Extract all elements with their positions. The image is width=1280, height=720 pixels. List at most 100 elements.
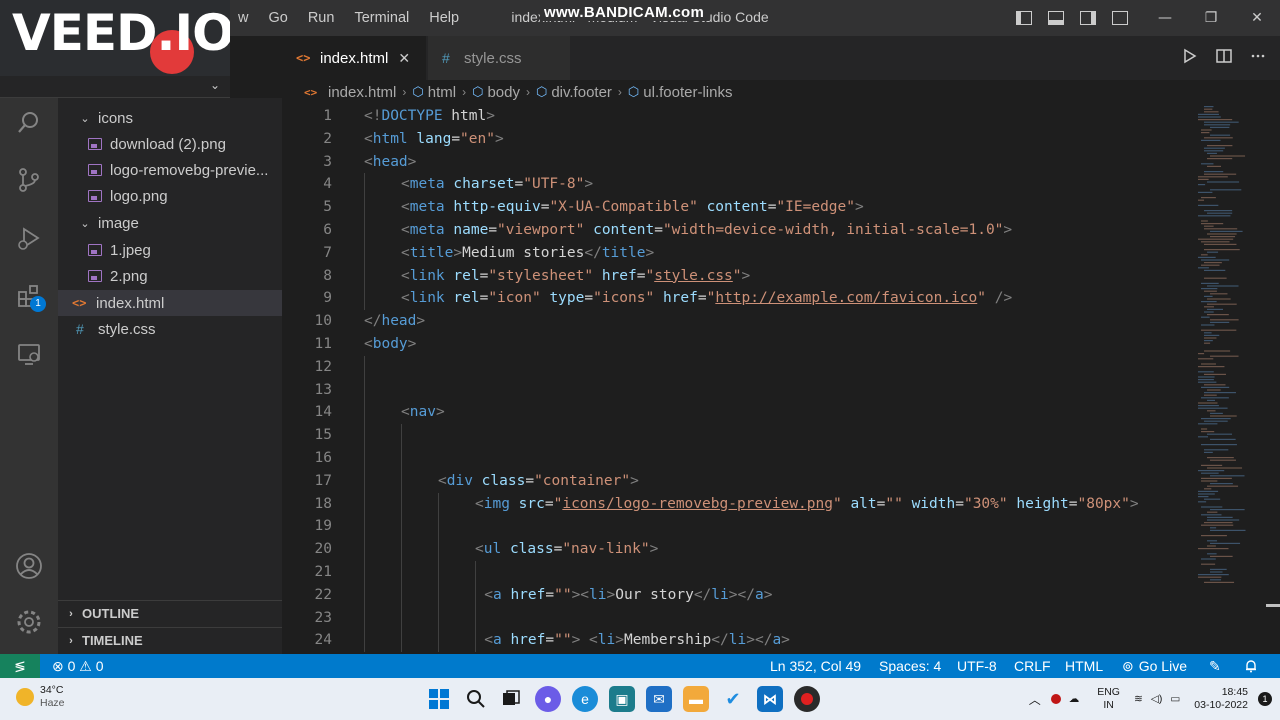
encoding-status[interactable]: UTF-8 (957, 654, 997, 678)
code-line[interactable]: 11 <body> (282, 333, 1202, 356)
code-line[interactable]: 8 <link rel="stylesheet" href="style.css"… (282, 265, 1202, 288)
notifications-bell-icon[interactable] (1244, 654, 1258, 678)
account-icon[interactable] (0, 542, 58, 590)
notification-count-icon[interactable]: 1 (1258, 692, 1272, 706)
language-mode[interactable]: HTML (1065, 654, 1103, 678)
store-icon[interactable]: ▣ (609, 686, 635, 712)
code-line[interactable]: 17 <div class="container"> (282, 470, 1202, 493)
windows-start-icon[interactable] (426, 686, 452, 712)
minimap-line (1204, 171, 1224, 173)
file-2-png[interactable]: 2.png (58, 263, 282, 289)
problems-status[interactable]: ⊗ 0 ⚠ 0 (52, 654, 104, 678)
go-live-button[interactable]: ⊚ Go Live (1122, 654, 1187, 678)
breadcrumb-file[interactable]: index.html (328, 84, 396, 101)
code-line[interactable]: 5 <meta http-equiv="X-UA-Compatible" cont… (282, 196, 1202, 219)
code-line[interactable]: 20 <ul class="nav-link"> (282, 538, 1202, 561)
file-1-jpeg[interactable]: 1.jpeg (58, 237, 282, 263)
code-line[interactable]: 21 (282, 561, 1202, 584)
timeline-panel-header[interactable]: › TIMELINE (58, 627, 282, 653)
file-style-css[interactable]: # style.css (58, 316, 282, 342)
code-token: rel (453, 267, 480, 284)
file-logo-png[interactable]: logo.png (58, 183, 282, 209)
code-line[interactable]: 2 <html lang="en"> (282, 128, 1202, 151)
task-view-icon[interactable] (498, 686, 524, 712)
taskbar-search-icon[interactable] (463, 686, 489, 712)
breadcrumb-html[interactable]: html (428, 84, 456, 101)
edge-browser-icon[interactable]: e (572, 686, 598, 712)
minimap-line (1198, 470, 1225, 472)
code-line[interactable]: 9 <link rel="icon" type="icons" href="htt… (282, 287, 1202, 310)
tray-overflow-chevron-icon[interactable]: ︿ (1029, 691, 1041, 708)
eol-status[interactable]: CRLF (1014, 654, 1051, 678)
tab-style-css[interactable]: # style.css (428, 36, 570, 80)
folder-icons[interactable]: ⌄ icons (58, 105, 282, 131)
code-line[interactable]: 3 <head> (282, 151, 1202, 174)
source-control-icon[interactable] (0, 156, 58, 204)
run-debug-icon[interactable] (0, 214, 58, 262)
cursor-position[interactable]: Ln 352, Col 49 (770, 654, 861, 678)
cloud-icon[interactable]: ☁ (1069, 693, 1080, 705)
more-actions-icon[interactable] (1250, 48, 1266, 64)
toggle-secondary-sidebar-icon[interactable] (1080, 11, 1096, 25)
code-line[interactable]: 22 <a href=""><li>Our story</li></a> (282, 584, 1202, 607)
wifi-icon[interactable]: ≋ (1134, 693, 1143, 705)
code-line[interactable]: 1 <!DOCTYPE html> (282, 105, 1202, 128)
breadcrumb-div-footer[interactable]: div.footer (551, 84, 612, 101)
chevron-down-icon[interactable]: ⌄ (210, 78, 220, 92)
split-editor-icon[interactable] (1216, 48, 1232, 64)
close-window-button[interactable]: ✕ (1234, 0, 1280, 36)
tab-index-html[interactable]: <> index.html ✕ (282, 36, 426, 80)
file-index-html[interactable]: <> index.html (58, 290, 282, 316)
code-editor[interactable]: 1 <!DOCTYPE html> 2 <html lang="en"> 3 <head>… (282, 104, 1280, 654)
code-line[interactable]: 15 (282, 424, 1202, 447)
code-line[interactable]: 12 (282, 356, 1202, 379)
scrollbar-thumb[interactable] (1266, 604, 1280, 607)
file-logo-removebg-preview[interactable]: logo-removebg-previe... (58, 157, 282, 183)
code-line[interactable]: 19 (282, 515, 1202, 538)
recording-tray-icon[interactable] (1050, 694, 1061, 704)
restore-button[interactable]: ❐ (1188, 0, 1234, 36)
toggle-panel-icon[interactable] (1048, 11, 1064, 25)
minimap-line (1204, 392, 1236, 394)
chat-icon[interactable]: ● (535, 686, 561, 712)
outline-panel-header[interactable]: › OUTLINE (58, 600, 282, 626)
code-line[interactable]: 7 <title>Medium stories</title> (282, 242, 1202, 265)
toggle-primary-sidebar-icon[interactable] (1016, 11, 1032, 25)
bandicam-app-icon[interactable] (794, 686, 820, 712)
code-line[interactable]: 16 (282, 447, 1202, 470)
mail-icon[interactable]: ✉ (646, 686, 672, 712)
customize-layout-icon[interactable] (1112, 11, 1128, 25)
todo-check-icon[interactable]: ✔ (720, 686, 746, 712)
battery-icon[interactable]: ▭ (1170, 693, 1180, 705)
file-explorer-icon[interactable]: ▬ (683, 686, 709, 712)
extensions-icon[interactable]: 1 (0, 272, 58, 320)
search-icon[interactable] (0, 98, 58, 146)
code-line[interactable]: 10 </head> (282, 310, 1202, 333)
vertical-scrollbar[interactable] (1266, 104, 1280, 654)
file-download-2-png[interactable]: download (2).png (58, 131, 282, 157)
vscode-app-icon[interactable]: ⋈ (757, 686, 783, 712)
clock-time[interactable]: 18:45 (1194, 686, 1248, 699)
run-icon[interactable] (1182, 48, 1198, 64)
close-icon[interactable]: ✕ (398, 50, 410, 67)
folder-image[interactable]: ⌄ image (58, 210, 282, 236)
code-line[interactable]: 23 (282, 607, 1202, 630)
minimap[interactable] (1192, 104, 1266, 654)
code-line[interactable]: 18 <img src="icons/logo-removebg-preview.… (282, 493, 1202, 516)
code-line[interactable]: 13 (282, 379, 1202, 402)
volume-icon[interactable]: ◁) (1151, 693, 1163, 705)
settings-gear-icon[interactable] (0, 598, 58, 646)
breadcrumb-ul-footer-links[interactable]: ul.footer-links (643, 84, 732, 101)
code-line[interactable]: 6 <meta name="viewport" content="width=de… (282, 219, 1202, 242)
breadcrumb-body[interactable]: body (487, 84, 520, 101)
code-line[interactable]: 24 <a href=""> <li>Membership</li></a> (282, 629, 1202, 652)
remote-explorer-icon[interactable] (0, 330, 58, 378)
minimize-button[interactable]: — (1142, 0, 1188, 36)
feedback-icon[interactable]: ✎ (1209, 654, 1221, 678)
weather-widget[interactable]: 34°C Haze (16, 684, 65, 710)
indentation-status[interactable]: Spaces: 4 (879, 654, 941, 678)
language-indicator[interactable]: ENG (1097, 686, 1120, 699)
code-line[interactable]: 14 <nav> (282, 401, 1202, 424)
code-line[interactable]: 4 <meta charset="UTF-8"> (282, 173, 1202, 196)
remote-indicator-icon[interactable]: ≶ (0, 654, 40, 678)
